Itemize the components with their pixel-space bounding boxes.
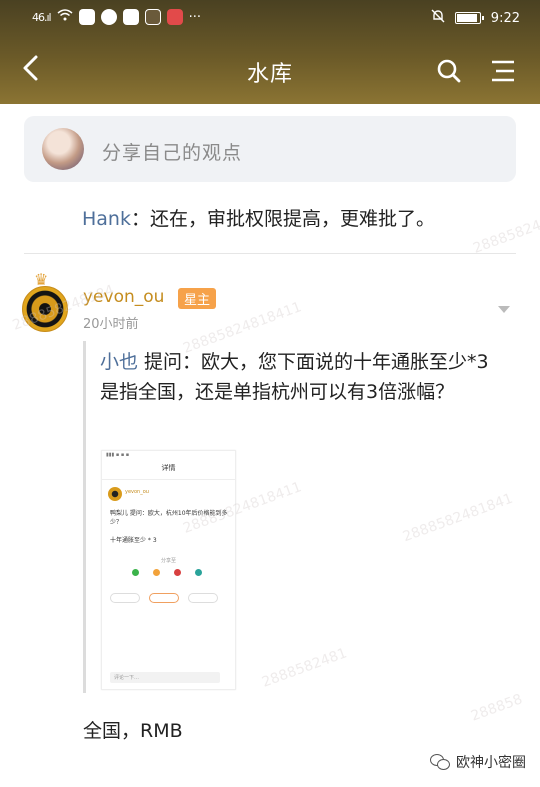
post-timestamp: 20小时前 bbox=[83, 317, 139, 332]
answer-text: 全国，RMB bbox=[83, 720, 183, 742]
avatar bbox=[42, 128, 84, 170]
app-notification-icon bbox=[122, 9, 139, 25]
app-notification-icon bbox=[144, 9, 161, 25]
image-title: 详情 bbox=[161, 464, 176, 472]
reply-text: ：还在，审批权限提高，更难批了。 bbox=[130, 208, 435, 230]
question-asker[interactable]: 小也 bbox=[100, 351, 138, 373]
weibo-icon bbox=[174, 569, 181, 576]
image-share-icons bbox=[132, 569, 202, 576]
post-username[interactable]: yevon_ou bbox=[83, 287, 164, 307]
image-answer: 十年通胀至少 * 3 bbox=[110, 537, 157, 544]
question-body: 提问：欧大，您下面说的十年通胀至少*3是指全国，还是单指杭州可以有3倍涨幅？ bbox=[100, 351, 489, 403]
post-author-avatar[interactable]: ♛ bbox=[22, 272, 70, 334]
reply-author[interactable]: Hank bbox=[82, 208, 131, 230]
app-notification-icon bbox=[78, 9, 95, 25]
favorite-button bbox=[188, 593, 218, 603]
owner-badge: 星主 bbox=[178, 288, 217, 309]
app-notification-icon bbox=[100, 9, 117, 25]
image-share-label: 分享至 bbox=[160, 558, 176, 564]
search-icon[interactable] bbox=[436, 58, 462, 84]
image-action-buttons bbox=[110, 593, 218, 603]
battery-icon bbox=[454, 12, 484, 24]
share-opinion-input[interactable]: 分享自己的观点 bbox=[24, 116, 516, 182]
watermark-text: 28885824818411 bbox=[471, 199, 540, 257]
chevron-down-icon[interactable] bbox=[498, 306, 510, 313]
more-notifications-icon: ··· bbox=[188, 9, 202, 25]
clock: 9:22 bbox=[490, 10, 520, 26]
status-bar: 46.ıl ··· 9:22 bbox=[0, 0, 540, 36]
image-comment-input: 评论一下… bbox=[110, 672, 220, 683]
top-bar: 46.ıl ··· 9:22 水库 bbox=[0, 0, 540, 104]
image-username: yevon_ou bbox=[125, 489, 149, 495]
menu-icon[interactable] bbox=[490, 58, 516, 84]
share-opinion-placeholder: 分享自己的观点 bbox=[102, 142, 243, 164]
like-button bbox=[110, 593, 140, 603]
divider bbox=[102, 479, 235, 480]
wechat-icon bbox=[132, 569, 139, 576]
reward-button bbox=[149, 593, 179, 603]
app-notification-icon bbox=[166, 9, 183, 25]
moments-icon bbox=[153, 569, 160, 576]
navigation-bar: 水库 bbox=[0, 40, 540, 100]
signal-indicator: 46.ıl bbox=[32, 10, 52, 24]
brand-watermark: 欧神小密圈 bbox=[430, 752, 526, 772]
avatar bbox=[108, 487, 122, 501]
wechat-icon bbox=[430, 754, 450, 770]
link-icon bbox=[195, 569, 202, 576]
image-status-bar: ▮▮▮ ▪ ▪ ▪ bbox=[106, 452, 130, 458]
image-question: 鸭梨儿 提问：欧大，杭州10年后价格能到多少？ bbox=[110, 510, 228, 526]
question-text: 小也 提问：欧大，您下面说的十年通胀至少*3是指全国，还是单指杭州可以有3倍涨幅？ bbox=[100, 347, 500, 407]
divider bbox=[24, 253, 516, 254]
brand-watermark-text: 欧神小密圈 bbox=[456, 755, 526, 771]
watermark-text: 288858 bbox=[468, 691, 525, 725]
avatar bbox=[22, 286, 68, 332]
wifi-icon bbox=[57, 9, 73, 25]
reply-comment: Hank：还在，审批权限提高，更难批了。 bbox=[82, 204, 435, 231]
attached-screenshot-image[interactable]: ▮▮▮ ▪ ▪ ▪ 详情 yevon_ou 鸭梨儿 提问：欧大，杭州10年后价格… bbox=[101, 450, 236, 690]
mute-icon bbox=[431, 9, 445, 27]
